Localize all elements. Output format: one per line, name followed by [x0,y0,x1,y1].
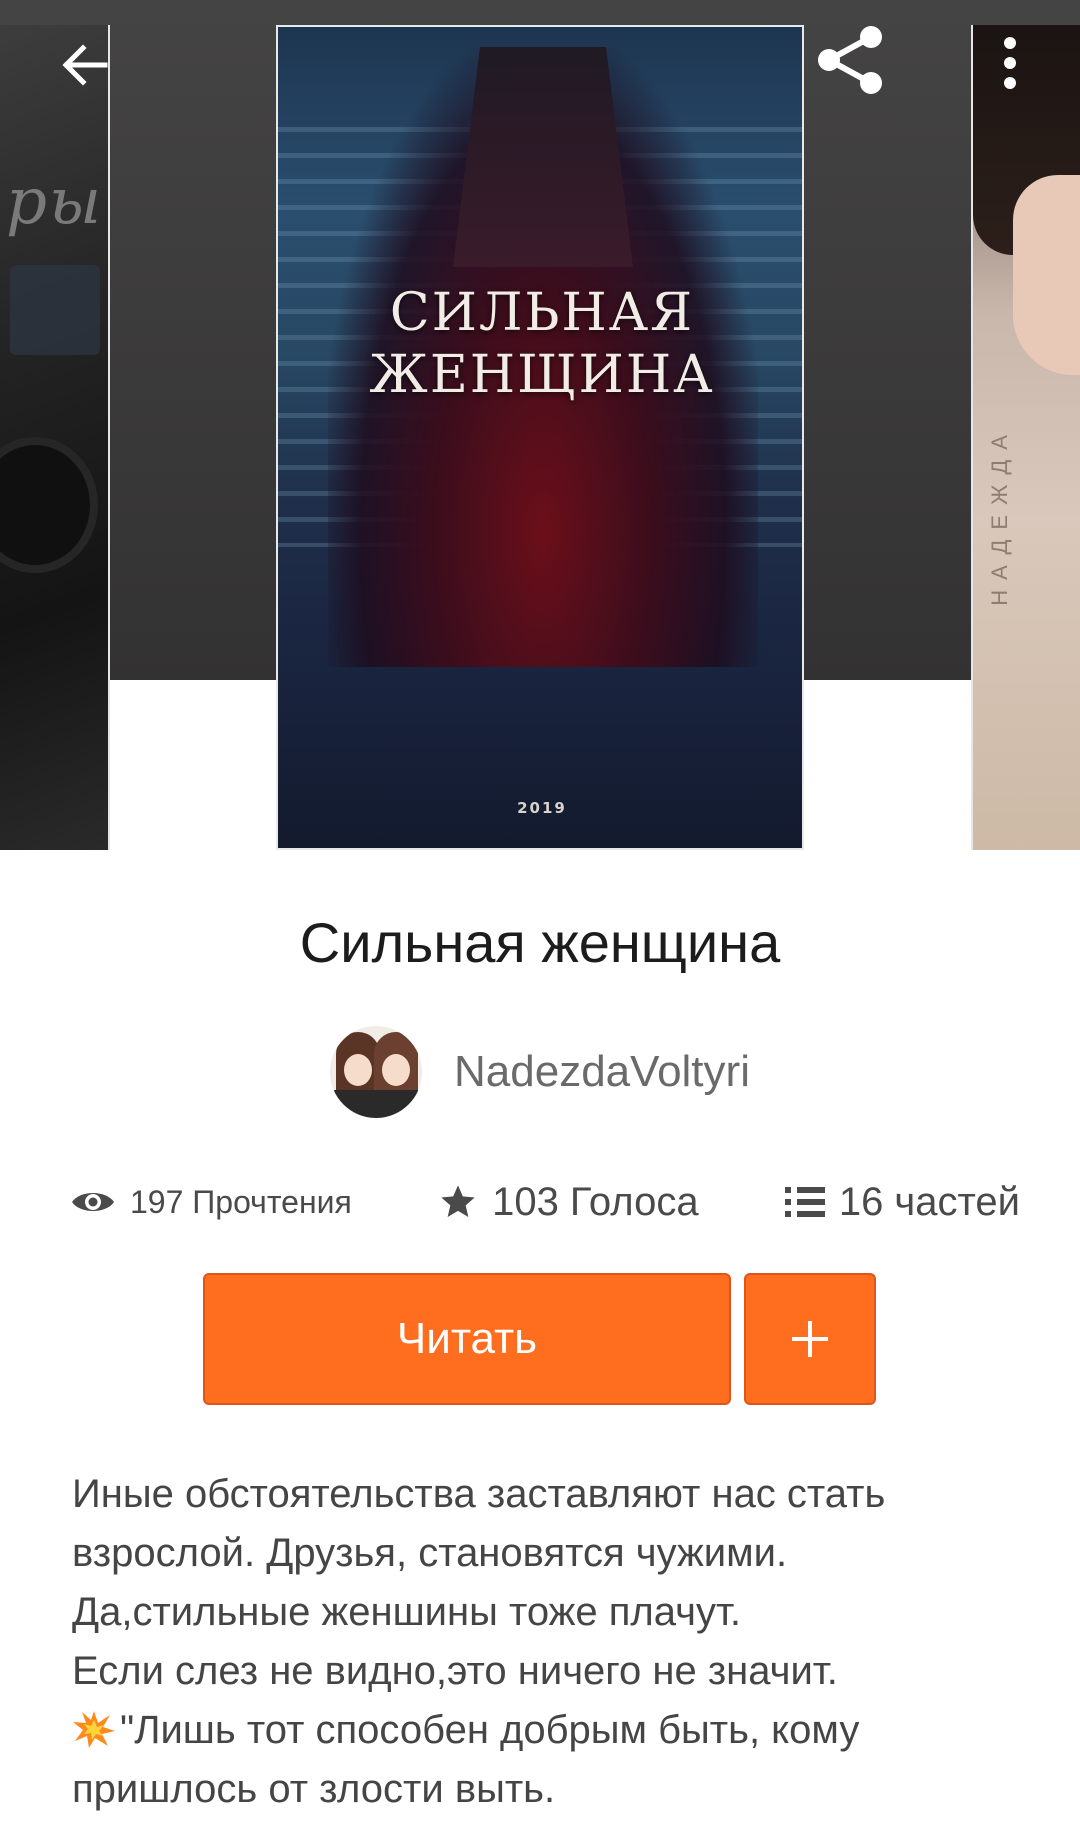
reads-count: 197 Прочтения [130,1183,352,1220]
more-options-button[interactable] [980,25,1040,100]
story-description: Иные обстоятельства заставляют нас стать… [72,1465,1032,1819]
read-button[interactable]: Читать [203,1273,731,1405]
description-line: Если слез не видно,это ничего не значит. [72,1649,838,1693]
description-quote: "Лишь тот способен добрым быть, кому [120,1708,860,1752]
story-stats: 197 Прочтения 103 Голоса 16 частей [70,1172,1020,1232]
parts-count: 16 частей [838,1179,1020,1224]
collision-emoji-icon [73,1711,115,1748]
cover-title-line1: СИЛЬНАЯ [389,283,695,343]
share-button[interactable] [805,20,895,100]
description-line: Иные обстоятельства заставляют нас стать [72,1472,886,1516]
description-line: пришлось от злости выть. [72,1767,556,1811]
prev-book-cover[interactable]: ры [0,25,110,850]
description-line: Да,стильные женшины тоже плачут. [72,1590,741,1634]
prev-cover-text: ры [6,165,104,239]
eye-icon [72,1193,114,1211]
cover-art [453,47,633,267]
author-avatar[interactable] [330,1026,423,1118]
cover-art [334,1090,419,1118]
description-line: взрослой. Друзья, становятся чужими. [72,1531,788,1575]
votes-stat: 103 Голоса [438,1179,699,1225]
parts-stat: 16 частей [784,1179,1020,1225]
cover-art [382,1054,411,1086]
share-icon [818,26,882,94]
next-cover-text: НАДЕЖДА [987,425,1012,606]
add-to-library-button[interactable] [744,1273,876,1405]
book-title: Сильная женщина [299,911,781,974]
cover-title-line2: ЖЕНЩИНА [369,345,715,405]
book-cover[interactable]: СИЛЬНАЯ ЖЕНЩИНА 2019 [276,25,804,850]
more-vertical-icon [1004,36,1016,89]
author-name[interactable]: NadezdaVoltyri [454,1047,750,1097]
cover-art [344,1054,373,1086]
cover-title: СИЛЬНАЯ ЖЕНЩИНА [278,282,802,406]
cover-year: 2019 [517,799,567,817]
description-line-with-emoji: "Лишь тот способен добрым быть, кому [72,1701,1032,1760]
reads-stat: 197 Прочтения [70,1184,352,1221]
star-icon [441,1185,475,1217]
cover-art [1013,175,1080,375]
plus-icon [792,1321,828,1357]
author-link[interactable]: NadezdaVoltyri [0,1025,1080,1119]
cover-art [0,445,90,565]
list-icon [784,1187,825,1217]
cover-carousel[interactable]: ры СИЛЬНАЯ ЖЕНЩИНА 2019 НАДЕЖДА [0,0,1080,850]
votes-count: 103 Голоса [492,1179,699,1224]
back-button[interactable] [50,30,120,100]
next-book-cover[interactable]: НАДЕЖДА [971,25,1080,850]
cover-art [10,265,100,355]
arrow-left-icon [62,44,108,86]
